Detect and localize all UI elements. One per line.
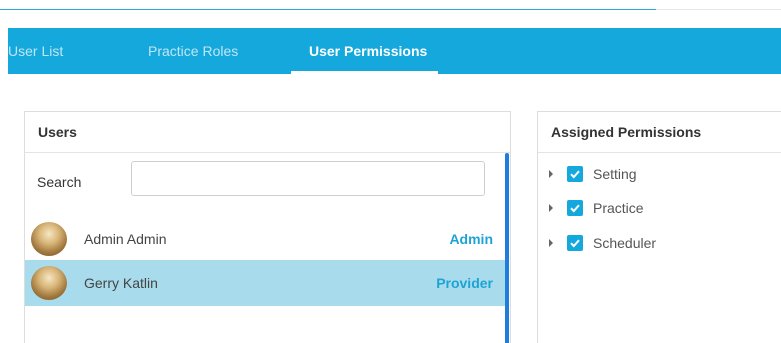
permission-label: Practice <box>593 200 644 216</box>
search-input[interactable] <box>131 161 485 196</box>
user-avatar-photo <box>31 222 67 256</box>
permission-item-scheduler: Scheduler <box>538 233 778 253</box>
permission-item-practice: Practice <box>538 198 778 218</box>
user-name: Gerry Katlin <box>84 275 158 291</box>
caret-right-icon[interactable] <box>549 239 553 247</box>
tab-user-permissions[interactable]: User Permissions <box>309 28 427 74</box>
checkmark-icon <box>570 239 580 248</box>
tab-user-list[interactable]: User List <box>8 28 63 74</box>
user-role: Admin <box>449 231 493 247</box>
tab-practice-roles[interactable]: Practice Roles <box>148 28 238 74</box>
permission-checkbox[interactable] <box>567 166 583 182</box>
users-panel-title: Users <box>25 112 510 153</box>
user-row-gerry-katlin[interactable]: Gerry Katlin Provider <box>25 260 506 306</box>
top-divider <box>0 9 656 10</box>
users-scrollbar[interactable] <box>505 153 509 343</box>
search-label: Search <box>37 174 82 190</box>
checkmark-icon <box>570 204 580 213</box>
user-row-admin-admin[interactable]: Admin Admin Admin <box>25 216 506 262</box>
caret-right-icon[interactable] <box>549 204 553 212</box>
permissions-panel-title: Assigned Permissions <box>538 112 781 153</box>
user-name: Admin Admin <box>84 231 167 247</box>
permission-label: Scheduler <box>593 235 657 251</box>
permission-label: Setting <box>593 166 637 182</box>
checkmark-icon <box>570 170 580 179</box>
tab-bar: User List Practice Roles User Permission… <box>8 28 781 74</box>
permissions-panel: Assigned Permissions Setting Practice Sc… <box>537 111 781 343</box>
active-tab-indicator <box>291 71 438 74</box>
user-role: Provider <box>436 275 493 291</box>
permission-item-setting: Setting <box>538 164 778 184</box>
permission-checkbox[interactable] <box>567 200 583 216</box>
users-panel: Users Search Admin Admin Admin Gerry Kat… <box>24 111 511 343</box>
caret-right-icon[interactable] <box>549 170 553 178</box>
permission-checkbox[interactable] <box>567 235 583 251</box>
top-divider-right <box>656 9 781 10</box>
user-avatar-photo <box>31 266 67 300</box>
